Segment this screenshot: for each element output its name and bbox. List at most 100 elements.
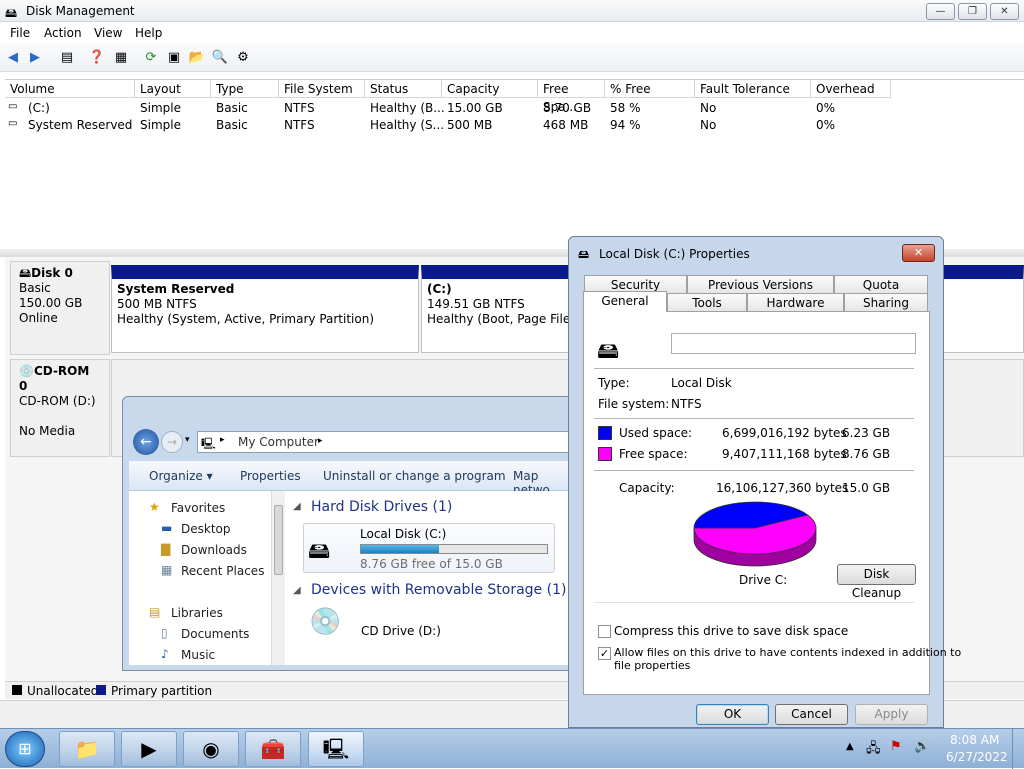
cell-layout: Simple [140,101,181,115]
disk-type: Basic [19,281,51,295]
nav-desktop[interactable]: Desktop [181,522,231,536]
address-bar[interactable]: 🖳 ▸ My Computer ▸ [197,431,573,453]
cancel-button[interactable]: Cancel [775,704,848,725]
menu-action[interactable]: Action [44,26,82,40]
column-header-free-space[interactable]: Free Spa... [538,80,605,114]
tab-previous-versions[interactable]: Previous Versions [687,275,834,294]
apply-button[interactable]: Apply [855,704,928,725]
toolbar: ◀ ▶ ▤ ❓ ▦ ⟳ ▣ 📂 🔍 ⚙ [0,44,1024,72]
collapse-arrow-icon[interactable]: ◢ [293,501,301,512]
tab-quota[interactable]: Quota [834,275,928,294]
disk-management-taskbar-icon[interactable]: 🖳 [308,731,364,767]
column-header-status[interactable]: Status [365,80,442,98]
ok-button[interactable]: OK [696,704,769,725]
disk-type: CD-ROM (D:) [19,394,96,408]
downloads-icon: ▇ [161,542,171,556]
menu-file[interactable]: File [10,26,30,40]
column-header-type[interactable]: Type [211,80,279,98]
properties-button[interactable]: Properties [240,469,301,483]
menu-help[interactable]: Help [135,26,162,40]
maximize-button[interactable]: ❐ [958,3,987,20]
column-header-fault-tolerance[interactable]: Fault Tolerance [695,80,811,98]
help-icon[interactable]: ❓ [88,49,106,67]
general-tab-panel: 🖴 Type: Local Disk File system: NTFS Use… [583,311,961,695]
local-disk-free-text: 8.76 GB free of 15.0 GB [360,557,503,571]
menu-view[interactable]: View [94,26,122,40]
capacity-bytes: 16,106,127,360 bytes [716,481,849,495]
properties-icon[interactable]: ▣ [165,49,183,67]
column-header-layout[interactable]: Layout [135,80,211,98]
cell-status: Healthy (S... [370,118,445,132]
libraries-icon: ▤ [149,605,161,619]
open-icon[interactable]: 📂 [188,49,206,67]
disk-icon: 🖴 [19,266,32,280]
column-header-capacity[interactable]: Capacity [442,80,538,98]
cell-status: Healthy (B... [370,101,445,115]
nav-scrollbar-thumb[interactable] [274,505,283,575]
minimize-button[interactable]: — [926,3,955,20]
nav-documents[interactable]: Documents [181,627,249,641]
compress-label: Compress this drive to save disk space [614,624,849,638]
column-header-volume[interactable]: Volume [5,80,135,98]
drive-name-input[interactable] [671,333,916,354]
dialog-close-button[interactable]: ✕ [902,244,935,262]
volume-icon[interactable]: 🔊 [914,739,930,754]
breadcrumb[interactable]: My Computer [238,435,319,449]
refresh-icon[interactable]: ⟳ [142,49,160,67]
cd-rom-0-info[interactable]: 💿CD-ROM 0 CD-ROM (D:) No Media [10,359,110,457]
disk-cleanup-button[interactable]: Disk Cleanup [837,564,916,600]
network-icon[interactable]: 🖧 [866,739,881,761]
nav-libraries[interactable]: Libraries [171,606,223,620]
partition-system-reserved[interactable]: System Reserved 500 MB NTFS Healthy (Sys… [111,265,419,353]
file-system-label: File system: [598,397,670,411]
disk-0-info[interactable]: 🖴Disk 0 Basic 150.00 GB Online [10,261,110,355]
action-center-icon[interactable]: ⚑ [890,739,902,754]
index-checkbox[interactable]: ✓ [598,647,611,660]
disk-name: Disk 0 [31,266,73,280]
show-desktop-button[interactable] [1012,729,1024,769]
nav-downloads[interactable]: Downloads [181,543,247,557]
uninstall-program-button[interactable]: Uninstall or change a program [323,469,506,483]
cell-percent-free: 94 % [610,118,641,132]
nav-scrollbar[interactable] [271,491,285,665]
back-arrow-icon[interactable]: ← [133,429,159,455]
column-header-percent-free[interactable]: % Free [605,80,695,98]
column-header-overhead[interactable]: Overhead [811,80,891,98]
details-icon[interactable]: ▦ [112,49,130,67]
forward-icon[interactable]: ▶ [26,49,44,67]
collapse-arrow-icon[interactable]: ◢ [293,585,301,596]
start-button[interactable]: ⊞ [5,731,45,767]
clock-date[interactable]: 6/27/2022 [946,750,1008,764]
compress-checkbox[interactable] [598,625,611,638]
show-hidden-icons-icon[interactable]: ▲ [846,741,854,752]
tab-general[interactable]: General [583,291,667,312]
divider [594,368,914,369]
group-hard-disk-drives: Hard Disk Drives (1) [311,499,453,515]
explore-icon[interactable]: 🔍 [211,49,229,67]
recent-pages-icon[interactable]: ▾ [185,435,190,445]
nav-music[interactable]: Music [181,648,215,662]
close-button[interactable]: ✕ [990,3,1019,20]
forward-arrow-icon[interactable]: → [161,431,183,453]
cd-drive-name[interactable]: CD Drive (D:) [361,624,441,638]
disk-size: 150.00 GB [19,296,83,310]
nav-recent-places[interactable]: Recent Places [181,564,264,578]
settings-icon[interactable]: ⚙ [234,49,252,67]
show-hide-console-icon[interactable]: ▤ [58,49,76,67]
nav-favorites[interactable]: Favorites [171,501,225,515]
cell-volume: System Reserved [28,118,133,132]
column-header-file-system[interactable]: File System [279,80,365,98]
cd-drive-icon[interactable]: 💿 [309,607,341,637]
media-player-taskbar-icon[interactable]: ▶ [121,731,177,767]
clock-time[interactable]: 8:08 AM [950,733,999,747]
back-icon[interactable]: ◀ [4,49,22,67]
tab-hardware[interactable]: Hardware [747,293,844,312]
chrome-taskbar-icon[interactable]: ◉ [183,731,239,767]
tab-tools[interactable]: Tools [667,293,747,312]
local-disk-c-tile[interactable]: 🖴 Local Disk (C:) 8.76 GB free of 15.0 G… [303,523,555,573]
toolbox-taskbar-icon[interactable]: 🧰 [245,731,301,767]
tab-sharing[interactable]: Sharing [844,293,928,312]
cell-type: Basic [216,101,248,115]
explorer-taskbar-icon[interactable]: 📁 [59,731,115,767]
organize-button[interactable]: Organize ▾ [149,469,213,483]
